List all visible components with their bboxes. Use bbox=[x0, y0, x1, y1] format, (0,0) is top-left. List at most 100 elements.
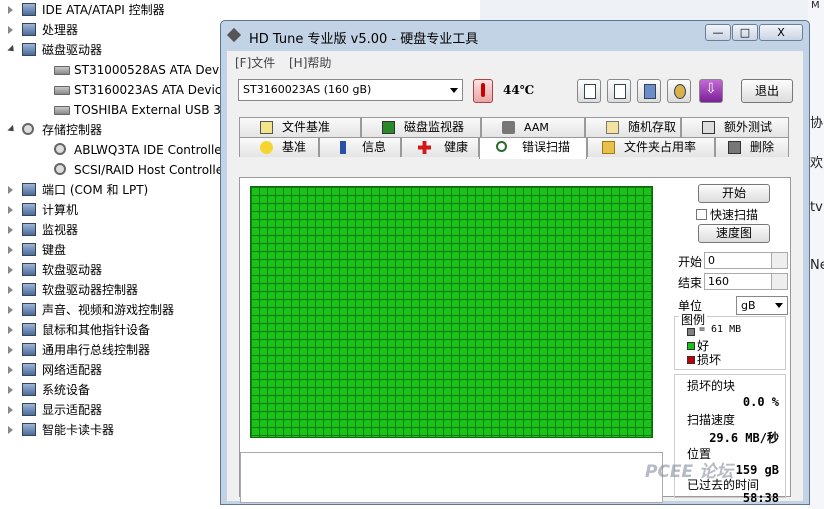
device-tree-label: ABLWQ3TA IDE Controller bbox=[74, 143, 227, 157]
sound-icon bbox=[22, 303, 36, 316]
device-tree-item[interactable]: 软盘驱动器控制器 bbox=[0, 280, 222, 300]
menu-file[interactable]: [F]文件 bbox=[235, 54, 275, 71]
tab-disk-monitor[interactable]: 磁盘监视器 bbox=[361, 117, 481, 137]
device-tree-label: 磁盘驱动器 bbox=[42, 43, 103, 57]
device-tree-item[interactable]: 端口 (COM 和 LPT) bbox=[0, 180, 222, 200]
device-tree-item[interactable]: ST3160023AS ATA Device bbox=[0, 80, 229, 100]
minimize-button[interactable]: — bbox=[705, 24, 731, 41]
expand-arrow-icon[interactable] bbox=[8, 266, 13, 274]
legend-box: 图例 = 61 MB 好 损坏 bbox=[674, 311, 786, 370]
device-tree-item[interactable]: 网络适配器 bbox=[0, 360, 222, 380]
menu-help[interactable]: [H]帮助 bbox=[289, 54, 331, 71]
device-tree-label: SCSI/RAID Host Controller bbox=[74, 163, 229, 177]
tab-error-scan[interactable]: 错误扫描 bbox=[479, 137, 587, 159]
tab-benchmark[interactable]: 基准 bbox=[239, 137, 319, 157]
expand-arrow-icon[interactable] bbox=[8, 226, 13, 234]
unit-select[interactable]: gB bbox=[736, 296, 788, 315]
expand-arrow-icon[interactable] bbox=[8, 186, 13, 194]
expand-arrow-icon[interactable] bbox=[8, 26, 13, 34]
expand-arrow-icon[interactable] bbox=[8, 286, 13, 294]
device-tree-item[interactable]: ST31000528AS ATA Device bbox=[0, 60, 236, 80]
tab-health[interactable]: 健康 bbox=[401, 137, 479, 157]
background-text: Ne bbox=[810, 258, 824, 273]
options-button[interactable] bbox=[667, 79, 691, 103]
expand-arrow-icon[interactable] bbox=[8, 246, 13, 254]
tab-extra-tests[interactable]: 额外测试 bbox=[681, 117, 789, 137]
device-tree-item[interactable]: 系统设备 bbox=[0, 380, 222, 400]
device-tree-item[interactable]: SCSI/RAID Host Controller bbox=[0, 160, 228, 180]
smartcard-icon bbox=[22, 423, 36, 436]
expand-arrow-icon[interactable] bbox=[8, 406, 13, 414]
close-button[interactable]: X bbox=[759, 24, 803, 41]
legend-good-swatch bbox=[687, 342, 695, 350]
device-tree-item[interactable]: 声音、视频和游戏控制器 bbox=[0, 300, 222, 320]
device-tree-item[interactable]: 存储控制器 bbox=[0, 120, 222, 140]
spin-arrows-icon[interactable] bbox=[771, 253, 787, 268]
expand-arrow-icon[interactable] bbox=[8, 386, 13, 394]
error-scan-magnifier-icon bbox=[496, 141, 507, 152]
expand-arrow-icon[interactable] bbox=[8, 206, 13, 214]
device-tree-item[interactable]: 处理器 bbox=[0, 20, 222, 40]
tab-label: 文件基准 bbox=[282, 120, 331, 134]
tab-file-benchmark[interactable]: 文件基准 bbox=[239, 117, 361, 137]
spin-arrows-icon[interactable] bbox=[771, 274, 787, 289]
collapse-arrow-icon[interactable] bbox=[7, 44, 17, 55]
device-tree-item[interactable]: 磁盘驱动器 bbox=[0, 40, 222, 60]
device-tree-label: 监视器 bbox=[42, 223, 79, 237]
end-field[interactable]: 160 bbox=[704, 273, 788, 290]
device-tree-item[interactable]: 智能卡读卡器 bbox=[0, 420, 222, 440]
device-tree-item[interactable]: 鼠标和其他指针设备 bbox=[0, 320, 222, 340]
expand-arrow-icon[interactable] bbox=[8, 426, 13, 434]
tab-erase[interactable]: 删除 bbox=[715, 137, 789, 157]
quick-scan-checkbox[interactable] bbox=[696, 209, 707, 220]
expand-arrow-icon[interactable] bbox=[8, 326, 13, 334]
expand-arrow-icon[interactable] bbox=[8, 306, 13, 314]
device-tree-item[interactable]: ABLWQ3TA IDE Controller bbox=[0, 140, 227, 160]
options-icon bbox=[674, 84, 686, 99]
copy-info-icon bbox=[614, 84, 626, 99]
device-tree-label: 系统设备 bbox=[42, 383, 91, 397]
damaged-blocks-label: 损坏的块 bbox=[687, 379, 736, 393]
copy-text-button[interactable] bbox=[577, 79, 601, 103]
tab-label: 磁盘监视器 bbox=[404, 120, 465, 134]
device-tree-item[interactable]: IDE ATA/ATAPI 控制器 bbox=[0, 0, 222, 20]
tab-folder-usage[interactable]: 文件夹占用率 bbox=[587, 137, 715, 157]
drive-select[interactable]: ST3160023AS (160 gB) bbox=[238, 79, 463, 101]
expand-arrow-icon[interactable] bbox=[8, 346, 13, 354]
device-tree-item[interactable]: 监视器 bbox=[0, 220, 222, 240]
processor-icon bbox=[22, 23, 36, 36]
exit-button[interactable]: 退出 bbox=[741, 79, 793, 103]
collapse-arrow-icon[interactable] bbox=[7, 124, 17, 135]
main-client-area: ST3160023AS (160 gB) 44℃ ⇩ 退出 文件基准 磁盘监视器… bbox=[227, 71, 803, 505]
tab-label: 信息 bbox=[362, 140, 387, 154]
device-tree-item[interactable]: TOSHIBA External USB 3.0 U bbox=[0, 100, 245, 120]
background-text: 欢 bbox=[810, 156, 824, 171]
thermometer-icon bbox=[473, 79, 493, 103]
device-tree-item[interactable]: 键盘 bbox=[0, 240, 222, 260]
speed-map-button[interactable]: 速度图 bbox=[698, 224, 770, 243]
device-tree-item[interactable]: 计算机 bbox=[0, 200, 222, 220]
maximize-button[interactable]: □ bbox=[732, 24, 758, 41]
floppy-drive-icon bbox=[22, 263, 36, 276]
expand-arrow-icon[interactable] bbox=[8, 6, 13, 14]
download-button[interactable]: ⇩ bbox=[699, 79, 723, 103]
device-tree-item[interactable]: 软盘驱动器 bbox=[0, 260, 222, 280]
device-tree-label: 键盘 bbox=[42, 243, 67, 257]
keyboard-icon bbox=[22, 243, 36, 256]
position-value: 159 gB bbox=[735, 463, 779, 477]
copy-text-icon bbox=[584, 84, 596, 99]
device-tree-item[interactable]: 通用串行总线控制器 bbox=[0, 340, 222, 360]
tab-info[interactable]: 信息 bbox=[319, 137, 401, 157]
elapsed-value: 58:38 bbox=[742, 491, 779, 505]
tab-random-access[interactable]: 随机存取 bbox=[585, 117, 681, 137]
save-button[interactable] bbox=[637, 79, 661, 103]
copy-info-button[interactable] bbox=[607, 79, 631, 103]
start-button[interactable]: 开始 bbox=[698, 184, 770, 203]
system-icon bbox=[22, 383, 36, 396]
start-field[interactable]: 0 bbox=[704, 252, 788, 269]
expand-arrow-icon[interactable] bbox=[8, 366, 13, 374]
forum-watermark: PCEE 论坛 bbox=[645, 462, 734, 482]
tab-aam[interactable]: AAM bbox=[481, 117, 585, 137]
title-bar[interactable]: HD Tune 专业版 v5.00 - 硬盘专业工具 — □ X bbox=[221, 21, 809, 51]
device-tree-item[interactable]: 显示适配器 bbox=[0, 400, 222, 420]
